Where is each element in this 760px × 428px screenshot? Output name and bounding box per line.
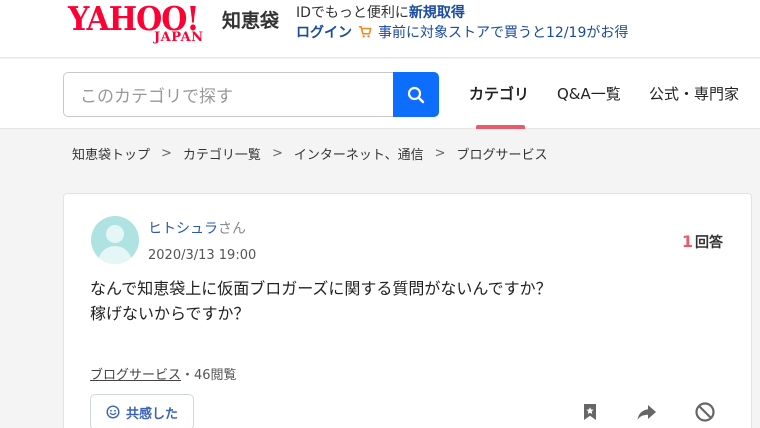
search-icon	[407, 86, 425, 103]
search-input[interactable]: このカテゴリで探す	[63, 72, 394, 117]
signup-promo: IDでもっと便利に新規取得	[296, 2, 465, 22]
question-line: 稼げないからですか？	[90, 304, 250, 323]
answer-count[interactable]: 1 回答	[682, 232, 723, 252]
campaign-link[interactable]: 事前に対象ストアで買うと12/19がお得	[378, 22, 628, 42]
question-line: なんで知恵袋上に仮面ブロガーズに関する質問がないんですか？	[90, 279, 552, 298]
yahoo-japan-logo[interactable]: YAHOO! JAPAN	[68, 1, 218, 46]
block-button[interactable]	[693, 400, 717, 424]
category-link[interactable]: ブログサービス	[90, 368, 181, 383]
empathy-button[interactable]: 共感した	[90, 394, 194, 428]
user-name[interactable]: ヒトシュラさん	[148, 218, 246, 238]
top-bar: YAHOO! JAPAN 知恵袋 IDでもっと便利に新規取得 ログイン 事前に対…	[0, 0, 760, 58]
search-button[interactable]	[393, 72, 439, 117]
user-suffix: さん	[218, 221, 246, 237]
avatar[interactable]	[91, 216, 139, 264]
answer-count-label: 回答	[695, 235, 723, 251]
question-card: ヒトシュラさん 2020/3/13 19:00 1 回答 なんで知恵袋上に仮面ブロ…	[63, 193, 752, 428]
bookmark-button[interactable]	[578, 400, 602, 424]
breadcrumb-separator: >	[161, 146, 172, 161]
login-row: ログイン 事前に対象ストアで買うと12/19がお得	[296, 22, 628, 42]
tab-qa-list[interactable]: Q&A一覧	[557, 83, 621, 104]
search-nav-row: このカテゴリで探す カテゴリ Q&A一覧 公式・専門家	[0, 59, 760, 129]
block-icon	[695, 402, 715, 422]
tab-official-experts[interactable]: 公式・専門家	[649, 83, 739, 104]
smile-icon	[106, 405, 120, 419]
breadcrumb: 知恵袋トップ > カテゴリ一覧 > インターネット、通信 > ブログサービス	[72, 144, 548, 163]
empathy-label: 共感した	[125, 406, 178, 422]
answer-count-number: 1	[681, 232, 693, 251]
breadcrumb-item-top[interactable]: 知恵袋トップ	[72, 144, 150, 163]
tab-category[interactable]: カテゴリ	[469, 83, 529, 104]
logo-japan: JAPAN	[154, 30, 204, 45]
share-icon	[637, 405, 656, 420]
posted-timestamp: 2020/3/13 19:00	[148, 248, 257, 263]
signup-promo-text: IDでもっと便利に	[296, 5, 409, 21]
user-name-text: ヒトシュラ	[148, 221, 218, 237]
breadcrumb-item-internet[interactable]: インターネット、通信	[294, 144, 424, 163]
signup-link[interactable]: 新規取得	[409, 5, 465, 21]
service-name[interactable]: 知恵袋	[222, 6, 279, 33]
avatar-head	[106, 225, 124, 243]
view-count: ・46閲覧	[181, 368, 237, 383]
login-link[interactable]: ログイン	[296, 22, 352, 42]
breadcrumb-item-category-list[interactable]: カテゴリ一覧	[183, 144, 261, 163]
breadcrumb-item-blog-service[interactable]: ブログサービス	[457, 144, 548, 163]
question-meta: ブログサービス・46閲覧	[90, 364, 237, 383]
question-body: なんで知恵袋上に仮面ブロガーズに関する質問がないんですか？ 稼げないからですか？	[90, 276, 710, 326]
active-tab-indicator	[476, 125, 525, 129]
breadcrumb-separator: >	[434, 146, 446, 161]
avatar-body	[98, 246, 132, 264]
cart-icon	[358, 25, 372, 38]
bookmark-icon	[584, 404, 596, 420]
breadcrumb-separator: >	[271, 146, 283, 161]
share-button[interactable]	[635, 400, 659, 424]
